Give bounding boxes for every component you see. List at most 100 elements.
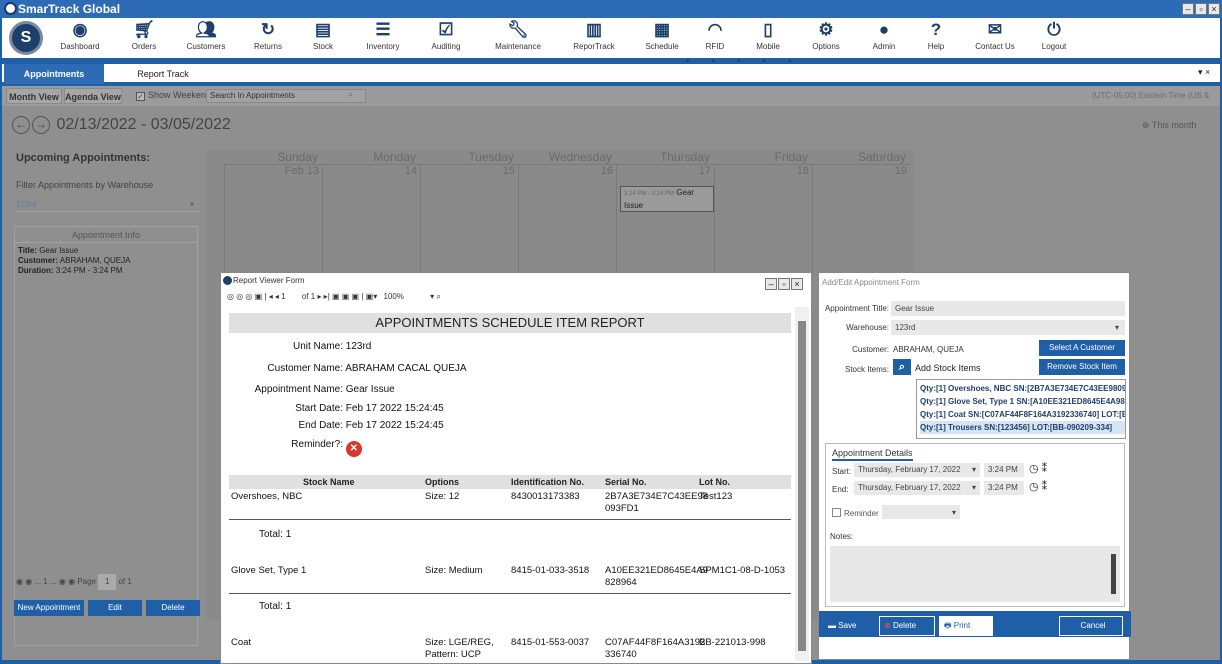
toolbar-schedule[interactable]: ▦ Schedule (638, 18, 686, 58)
toolbar-customers[interactable]: 👥︎ Customers (180, 18, 232, 58)
table-cell: Size: Medium (425, 565, 483, 576)
report-toolbar: ◎ ◎ ◎ ▣ | ◂ ◂ 1 of 1 ▸ ▸| ▣ ▣ ▣ | ▣▾ 100… (227, 292, 441, 301)
toolbar-rfid[interactable]: ◠ RFID (698, 18, 732, 58)
start-time-input[interactable]: 3:24 PM (984, 463, 1024, 477)
stock-items-list[interactable]: Qty:[1] Overshoes, NBC SN:[2B7A3E734E7C4… (916, 379, 1126, 439)
toolbar-options[interactable]: ⚙ Options (802, 18, 850, 58)
day-header: Sunday (277, 150, 318, 164)
reminder-x-icon: ✕ (345, 441, 362, 457)
pager-first-icon[interactable]: ◉ ◉ ... 1 ... ◉ ◉ (16, 577, 75, 586)
customer-label: Customer: (852, 345, 889, 354)
print-button[interactable]: 🖶︎ Print (939, 616, 993, 636)
edit-button[interactable]: Edit (88, 600, 142, 616)
toolbar-orders[interactable]: 🛒︎ Orders (120, 18, 168, 58)
add-stock-label[interactable]: Add Stock Items (915, 363, 981, 373)
page-number-input[interactable]: 1 (98, 574, 117, 590)
toolbar-mobile[interactable]: ▯ Mobile (748, 18, 788, 58)
tab-appointments[interactable]: Appointments (4, 64, 104, 84)
toolbar-stock[interactable]: ▤ Stock (302, 18, 344, 58)
warehouse-select[interactable]: 123rd ▾ (891, 320, 1125, 335)
timezone-select[interactable]: (UTC-05:00) Eastern Time (US & (1092, 91, 1209, 100)
select-customer-button[interactable]: Select A Customer (1039, 340, 1125, 356)
toolbar-help[interactable]: ? Help (918, 18, 954, 58)
notes-scrollbar[interactable] (1111, 554, 1116, 594)
end-time-input[interactable]: 3:24 PM (984, 481, 1024, 495)
toolbar-inventory[interactable]: ☰ Inventory (358, 18, 408, 58)
wrench-icon: 🔧︎ (507, 20, 529, 39)
table-row: Coat (231, 637, 252, 648)
day-cell[interactable]: 16 (518, 164, 616, 274)
search-input[interactable]: Search In Appointments (206, 89, 366, 103)
report-viewer-title: Report Viewer Form (233, 276, 305, 285)
day-cell[interactable]: 17 (616, 164, 714, 274)
toolbar-dashboard[interactable]: ◉ Dashboard (54, 18, 106, 58)
this-month-link[interactable]: ⊕ This month (1142, 120, 1196, 131)
list-item[interactable]: Qty:[1] Glove Set, Type 1 SN:[A10EE321ED… (920, 395, 1125, 408)
list-item-selected[interactable]: Qty:[1] Trousers SN:[123456] LOT:[BB-090… (920, 421, 1125, 434)
clock-icon[interactable]: ◷ ⁑ (1029, 480, 1047, 493)
save-button[interactable]: ▬ Save (823, 616, 871, 636)
table-cell: 8415-01-033-3518 (511, 565, 590, 576)
agenda-view-button[interactable]: Agenda View (64, 88, 122, 104)
tab-menu-icon[interactable]: ▾ × (1198, 67, 1210, 78)
nav-back-icon[interactable]: ◎ ◎ ◎ ▣ | ◂ ◂ (227, 292, 281, 301)
zoom-select[interactable]: 100% (383, 292, 403, 301)
list-item[interactable]: Qty:[1] Overshoes, NBC SN:[2B7A3E734E7C4… (920, 382, 1125, 395)
appointment-edit-form: Add/Edit Appointment Form Appointment Ti… (818, 272, 1131, 660)
day-cell[interactable]: Feb 13 (224, 164, 322, 274)
calendar-appointment[interactable]: 3:24 PM - 3:24 PM Gear Issue (620, 186, 714, 212)
close-icon[interactable]: × (1208, 3, 1220, 15)
reminder-select[interactable]: ▾ (882, 505, 960, 519)
window-title: SmarTrack Global (18, 2, 121, 16)
add-stock-search-icon[interactable]: ⌕ (893, 359, 911, 375)
new-appointment-button[interactable]: New Appointment (14, 600, 84, 616)
current-page-input[interactable]: 1 (281, 292, 285, 301)
day-header: Wednesday (548, 150, 612, 164)
show-weekend-toggle[interactable]: ✓ Show Weekend (136, 90, 211, 101)
tab-report-track[interactable]: Report Track (118, 64, 208, 84)
day-cell[interactable]: 15 (420, 164, 518, 274)
list-item[interactable]: Qty:[1] Coat SN:[C07AF44F8F164A319233674… (920, 408, 1125, 421)
day-cell[interactable]: 14 (322, 164, 420, 274)
help-icon: ? (930, 20, 942, 39)
prev-arrow-icon[interactable]: ← (12, 116, 30, 134)
view-bar: Month View Agenda View ✓ Show Weekend Sea… (2, 86, 1220, 106)
remove-stock-button[interactable]: Remove Stock Item (1039, 359, 1125, 375)
find-icon[interactable]: ▾ ⌕ (430, 292, 441, 301)
chevron-down-icon: ▾ (971, 483, 976, 492)
appointment-title-label: Appointment Title: (824, 304, 889, 313)
reminder-toggle[interactable]: Reminder (832, 508, 879, 518)
restore-icon[interactable]: ▫ (1195, 3, 1207, 15)
notes-textarea[interactable] (830, 546, 1120, 602)
nav-forward-icon[interactable]: ▸ ▸| ▣ ▣ ▣ | ▣▾ (317, 292, 379, 301)
toolbar-logout[interactable]: ⏻ Logout (1032, 18, 1076, 58)
divider (229, 593, 791, 594)
table-cell: 8430013173383 (511, 491, 580, 502)
warehouse-filter-select[interactable]: 123rd ▾ (16, 198, 200, 212)
admin-icon: ● (878, 20, 890, 39)
minimize-icon[interactable]: – (1182, 3, 1194, 15)
toolbar-returns[interactable]: ↻ Returns (244, 18, 292, 58)
toolbar-maintenance[interactable]: 🔧︎ Maintenance (486, 18, 550, 58)
appointment-title-input[interactable]: Gear Issue (891, 301, 1125, 316)
end-date-picker[interactable]: Thursday, February 17, 2022 ▾ (854, 481, 980, 495)
toolbar-auditing[interactable]: ☑ Auditing (422, 18, 470, 58)
date-range-label: 02/13/2022 - 03/05/2022 (56, 116, 231, 133)
stock-icon: ▤ (314, 20, 332, 39)
toolbar-contact[interactable]: ✉ Contact Us (968, 18, 1022, 58)
delete-button[interactable]: Delete (146, 600, 200, 616)
report-scrollbar[interactable] (795, 307, 809, 661)
toolbar-reportrack[interactable]: ▥ ReporTrack (564, 18, 624, 58)
app-small-logo-icon (4, 2, 17, 15)
cancel-button[interactable]: Cancel (1059, 616, 1123, 636)
day-cell[interactable]: 18 (714, 164, 812, 274)
next-arrow-icon[interactable]: → (32, 116, 50, 134)
day-cell[interactable]: 19 (812, 164, 910, 274)
toolbar-admin[interactable]: ● Admin (862, 18, 906, 58)
start-date-picker[interactable]: Thursday, February 17, 2022 ▾ (854, 463, 980, 477)
clock-icon[interactable]: ◷ ⁑ (1029, 462, 1047, 475)
delete-appointment-button[interactable]: ⊗ Delete (879, 616, 935, 636)
search-icon[interactable]: ⌕ (348, 89, 353, 100)
scroll-thumb[interactable] (798, 321, 806, 651)
month-view-button[interactable]: Month View (6, 88, 62, 104)
